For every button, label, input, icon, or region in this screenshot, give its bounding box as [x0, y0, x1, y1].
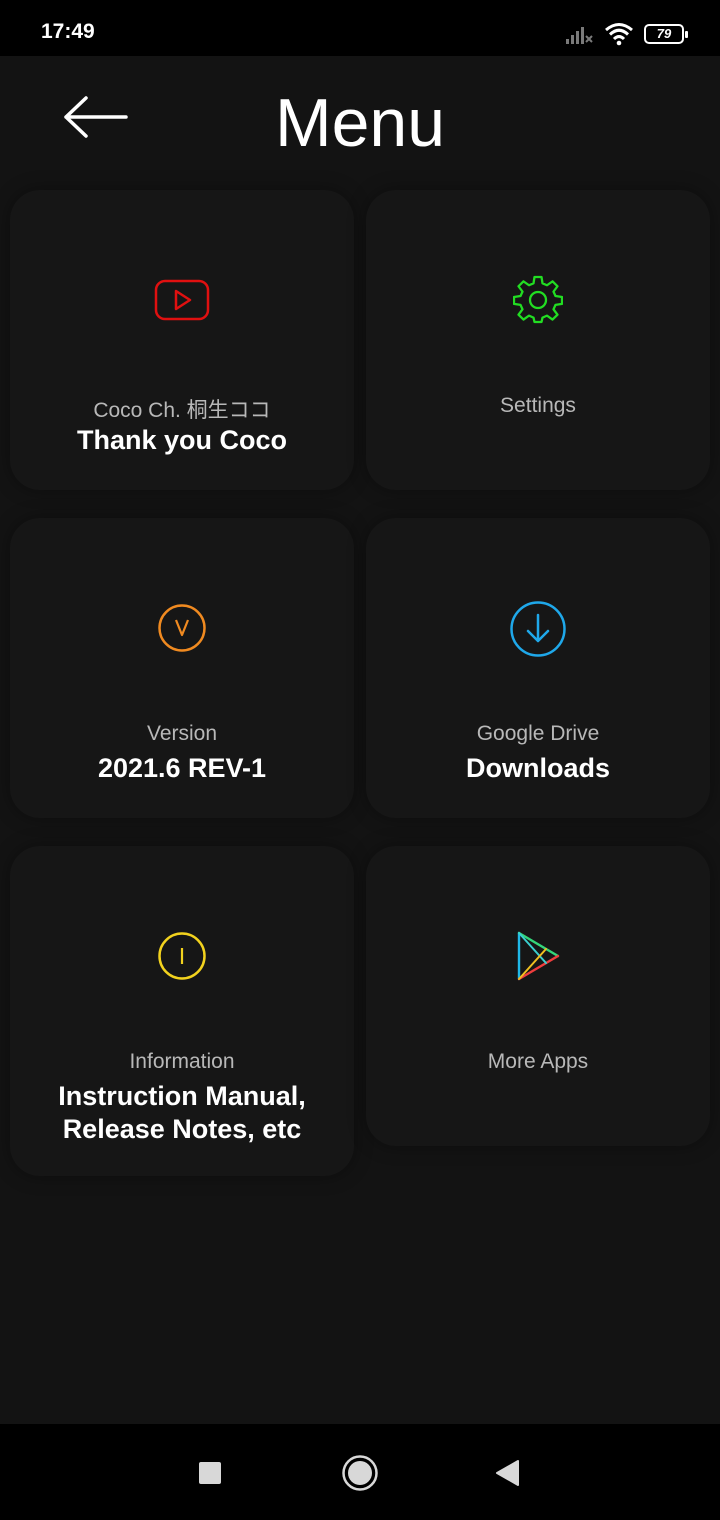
google-drive-label: Google Drive — [476, 722, 600, 745]
triangle-back-icon — [496, 1460, 519, 1486]
downloads-label: Downloads — [465, 753, 610, 783]
settings-label: Settings — [500, 394, 576, 417]
settings-card[interactable]: Settings — [366, 190, 710, 490]
download-icon — [510, 601, 566, 657]
information-line-1: Instruction Manual, — [58, 1081, 306, 1111]
square-recents-icon — [199, 1462, 221, 1484]
signal-icon — [566, 27, 593, 44]
navigation-bar — [0, 1424, 720, 1520]
more-apps-card[interactable]: More Apps — [366, 846, 710, 1146]
battery-icon: 79 — [644, 24, 688, 44]
status-icons: 79 — [564, 22, 688, 46]
version-label: Version — [146, 722, 218, 745]
circle-home-icon — [342, 1455, 378, 1491]
youtube-channel-card[interactable]: Coco Ch. 桐生ココ Thank you Coco — [10, 190, 354, 490]
recents-button[interactable] — [187, 1450, 233, 1496]
information-label: Information — [129, 1050, 235, 1073]
home-button[interactable] — [337, 1450, 383, 1496]
version-v-icon — [158, 604, 206, 652]
version-value: 2021.6 REV-1 — [97, 753, 267, 783]
status-time: 17:49 — [41, 20, 95, 43]
wifi-icon — [605, 23, 633, 46]
status-bar: 17:49 79 — [0, 0, 720, 56]
system-back-button[interactable] — [484, 1450, 530, 1496]
information-line-2: Release Notes, etc — [62, 1114, 302, 1144]
google-drive-card[interactable]: Google Drive Downloads — [366, 518, 710, 818]
youtube-icon — [154, 279, 210, 321]
info-icon — [158, 932, 206, 980]
youtube-card-title: Thank you Coco — [76, 425, 287, 455]
header: Menu — [0, 56, 720, 186]
more-apps-label: More Apps — [487, 1050, 589, 1073]
version-card[interactable]: Version 2021.6 REV-1 — [10, 518, 354, 818]
gear-icon — [513, 275, 563, 324]
play-store-icon — [517, 931, 560, 981]
youtube-channel-name: Coco Ch. 桐生ココ — [93, 399, 271, 422]
page-title: Menu — [274, 85, 446, 161]
information-card[interactable]: Information Instruction Manual, Release … — [10, 846, 354, 1176]
